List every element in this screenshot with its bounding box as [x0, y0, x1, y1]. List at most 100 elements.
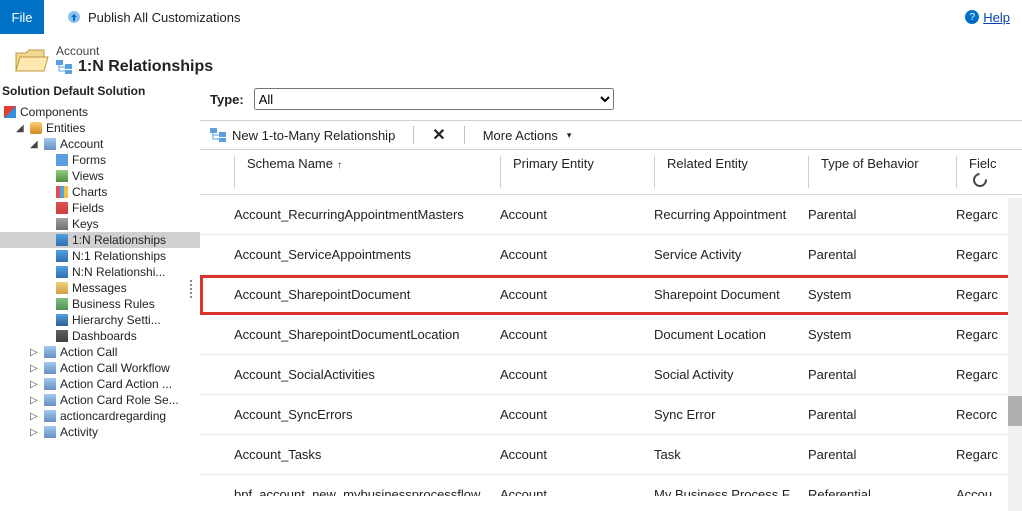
- col-related-entity[interactable]: Related Entity: [654, 156, 808, 188]
- grid-body[interactable]: Account_RecurringAppointmentMastersAccou…: [200, 195, 1022, 496]
- cell-schema: Account_Tasks: [234, 447, 500, 462]
- table-row[interactable]: Account_SharepointDocumentAccountSharepo…: [200, 275, 1022, 315]
- entity-icon: [44, 138, 56, 150]
- cell-behavior: Parental: [808, 247, 956, 262]
- publish-all-button[interactable]: Publish All Customizations: [56, 5, 250, 29]
- rel-icon: [56, 234, 68, 246]
- caret-icon: ▷: [30, 379, 40, 390]
- entity-icon: [44, 410, 56, 422]
- table-row[interactable]: Account_ServiceAppointmentsAccountServic…: [200, 235, 1022, 275]
- chevron-down-icon: ▾: [567, 130, 572, 141]
- keys-icon: [56, 218, 68, 230]
- cell-primary: Account: [500, 207, 654, 222]
- nav-business-rules[interactable]: Business Rules: [0, 296, 200, 312]
- refresh-icon[interactable]: [970, 170, 990, 190]
- cell-behavior: Parental: [808, 367, 956, 382]
- help-link[interactable]: ? Help: [965, 10, 1010, 25]
- nav-fields[interactable]: Fields: [0, 200, 200, 216]
- rel-icon: [56, 250, 68, 262]
- nav-action-call[interactable]: ▷Action Call: [0, 344, 200, 360]
- nav-components[interactable]: Components: [0, 104, 200, 120]
- caret-icon: ◢: [16, 123, 26, 134]
- nav-action-card-action[interactable]: ▷Action Card Action ...: [0, 376, 200, 392]
- vertical-scrollbar[interactable]: [1008, 198, 1022, 511]
- nav-n1-relationships[interactable]: N:1 Relationships: [0, 248, 200, 264]
- cell-field: Recorc: [956, 407, 1016, 422]
- nav-hierarchy-settings[interactable]: Hierarchy Setti...: [0, 312, 200, 328]
- nav-keys[interactable]: Keys: [0, 216, 200, 232]
- nav-nn-relationships[interactable]: N:N Relationshi...: [0, 264, 200, 280]
- cell-related: Sync Error: [654, 407, 808, 422]
- rel-icon: [56, 266, 68, 278]
- col-field[interactable]: Fielc: [956, 156, 1006, 188]
- caret-icon: ▷: [30, 347, 40, 358]
- page-title-text: 1:N Relationships: [78, 58, 213, 76]
- cell-schema: Account_RecurringAppointmentMasters: [234, 207, 500, 222]
- file-menu-button[interactable]: File: [0, 0, 44, 34]
- nav-forms[interactable]: Forms: [0, 152, 200, 168]
- nav-views[interactable]: Views: [0, 168, 200, 184]
- entity-icon: [44, 362, 56, 374]
- delete-button[interactable]: ✕: [432, 125, 445, 145]
- hierarchy-icon: [56, 314, 68, 326]
- cell-field: Regarc: [956, 247, 1016, 262]
- col-primary-entity[interactable]: Primary Entity: [500, 156, 654, 188]
- cell-primary: Account: [500, 447, 654, 462]
- nav-entities[interactable]: ◢Entities: [0, 120, 200, 136]
- cell-related: Sharepoint Document: [654, 287, 808, 302]
- cell-behavior: Parental: [808, 407, 956, 422]
- table-row[interactable]: Account_SharepointDocumentLocationAccoun…: [200, 315, 1022, 355]
- more-actions-button[interactable]: More Actions ▾: [483, 128, 572, 143]
- caret-icon: ▷: [30, 363, 40, 374]
- caret-icon: ▷: [30, 427, 40, 438]
- table-row[interactable]: Account_SocialActivitiesAccountSocial Ac…: [200, 355, 1022, 395]
- nav-activity[interactable]: ▷Activity: [0, 424, 200, 440]
- cell-related: Document Location: [654, 327, 808, 342]
- splitter-handle[interactable]: [190, 280, 194, 298]
- cell-schema: Account_SyncErrors: [234, 407, 500, 422]
- help-label: Help: [983, 10, 1010, 25]
- scrollbar-thumb[interactable]: [1008, 396, 1022, 426]
- table-row[interactable]: Account_TasksAccountTaskParentalRegarc: [200, 435, 1022, 475]
- col-behavior[interactable]: Type of Behavior: [808, 156, 956, 188]
- new-relationship-label: New 1-to-Many Relationship: [232, 128, 395, 143]
- cell-primary: Account: [500, 487, 654, 496]
- nav-dashboards[interactable]: Dashboards: [0, 328, 200, 344]
- nav-action-call-workflow[interactable]: ▷Action Call Workflow: [0, 360, 200, 376]
- cell-field: Regarc: [956, 287, 1016, 302]
- help-icon: ?: [965, 10, 979, 24]
- cell-primary: Account: [500, 327, 654, 342]
- delete-icon: ✕: [432, 125, 445, 145]
- page-title: 1:N Relationships: [56, 58, 213, 76]
- nav-account[interactable]: ◢Account: [0, 136, 200, 152]
- nav-actioncardregarding[interactable]: ▷actioncardregarding: [0, 408, 200, 424]
- page-header: Account 1:N Relationships: [0, 34, 1022, 80]
- type-select[interactable]: All: [254, 88, 614, 110]
- cell-schema: bpf_account_new_mybusinessprocessflow: [234, 487, 500, 496]
- col-schema-name[interactable]: Schema Name↑: [234, 156, 500, 188]
- cell-primary: Account: [500, 407, 654, 422]
- cell-behavior: Parental: [808, 207, 956, 222]
- cell-schema: Account_ServiceAppointments: [234, 247, 500, 262]
- components-icon: [4, 106, 16, 118]
- cell-field: Accou: [956, 487, 1016, 496]
- views-icon: [56, 170, 68, 182]
- solution-heading: Solution Default Solution: [0, 80, 200, 104]
- table-row[interactable]: Account_SyncErrorsAccountSync ErrorParen…: [200, 395, 1022, 435]
- entity-icon: [44, 346, 56, 358]
- table-row[interactable]: bpf_account_new_mybusinessprocessflowAcc…: [200, 475, 1022, 496]
- nav-messages[interactable]: Messages: [0, 280, 200, 296]
- new-relationship-button[interactable]: New 1-to-Many Relationship: [210, 128, 395, 143]
- dashboards-icon: [56, 330, 68, 342]
- type-label: Type:: [210, 92, 244, 107]
- nav-1n-relationships[interactable]: 1:N Relationships: [0, 232, 200, 248]
- cell-behavior: System: [808, 327, 956, 342]
- relationship-icon: [210, 128, 226, 142]
- separator: [413, 126, 414, 144]
- table-row[interactable]: Account_RecurringAppointmentMastersAccou…: [200, 195, 1022, 235]
- top-bar: File Publish All Customizations ? Help: [0, 0, 1022, 34]
- cell-related: Service Activity: [654, 247, 808, 262]
- nav-charts[interactable]: Charts: [0, 184, 200, 200]
- nav-action-card-role[interactable]: ▷Action Card Role Se...: [0, 392, 200, 408]
- publish-icon: [66, 9, 82, 25]
